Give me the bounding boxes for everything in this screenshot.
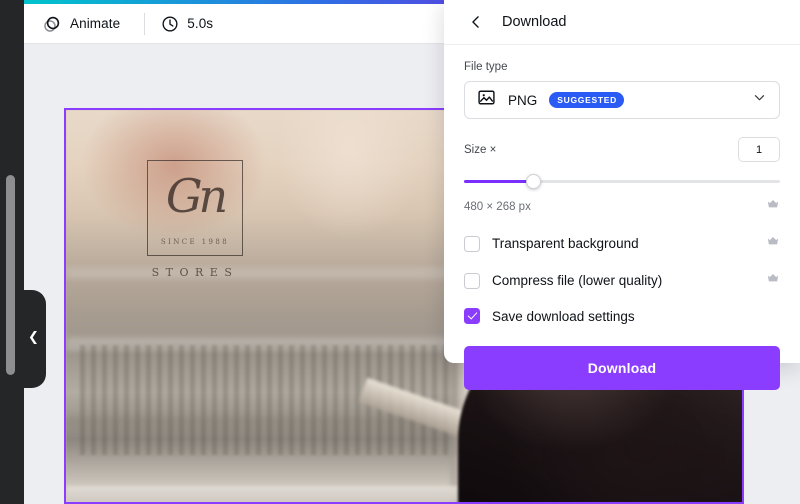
size-input[interactable] [738, 137, 780, 162]
chevron-down-icon [752, 90, 767, 110]
checkbox[interactable] [464, 272, 480, 289]
slider-fill [464, 180, 534, 183]
option-transparent-background[interactable]: Transparent background [464, 234, 780, 253]
suggested-badge: SUGGESTED [549, 92, 624, 108]
option-compress-file[interactable]: Compress file (lower quality) [464, 271, 780, 290]
crown-icon [766, 234, 780, 253]
animate-button[interactable]: Animate [32, 8, 130, 40]
slider-thumb[interactable] [526, 174, 542, 189]
size-label: Size × [464, 143, 497, 156]
file-type-select[interactable]: PNG SUGGESTED [464, 81, 780, 119]
clock-icon [161, 15, 179, 33]
stacked-circles-icon [42, 14, 62, 34]
logo-lockup[interactable]: Gn SINCE 1988 STORES [120, 160, 270, 279]
download-panel-body: File type PNG SUGGESTED Size × 1 480 × 2… [444, 45, 800, 390]
animate-label: Animate [70, 16, 121, 31]
download-button[interactable]: Download [464, 346, 780, 390]
option-label: Transparent background [492, 236, 639, 251]
logo-wordmark: STORES [151, 266, 239, 279]
logo-since-text: SINCE 1988 [160, 238, 230, 246]
sidebar-collapse-button[interactable]: ❮ [24, 290, 46, 388]
image-icon [477, 88, 496, 112]
duration-button[interactable]: 5.0s [151, 8, 223, 40]
download-panel-header: Download [444, 0, 800, 45]
checkbox[interactable] [464, 235, 480, 252]
back-button[interactable] [464, 10, 488, 34]
chevron-left-icon [472, 16, 479, 28]
option-label: Save download settings [492, 308, 635, 324]
crown-icon [766, 197, 780, 216]
file-type-value: PNG [508, 92, 538, 108]
dimensions-text: 480 × 268 px [464, 200, 531, 213]
checkbox[interactable] [464, 308, 480, 324]
download-panel: Download File type PNG SUGGESTED Size × … [444, 0, 800, 390]
option-label: Compress file (lower quality) [492, 273, 663, 288]
crown-icon [766, 271, 780, 290]
file-type-label: File type [464, 61, 508, 73]
dimensions-row: 480 × 268 px [464, 197, 780, 216]
logo-frame: Gn SINCE 1988 [147, 160, 243, 256]
toolbar-divider [144, 12, 146, 35]
sidebar-scrollbar[interactable] [6, 175, 15, 375]
duration-label: 5.0s [187, 16, 214, 31]
size-row: Size × [464, 137, 780, 162]
left-sidebar-rail [0, 0, 24, 504]
size-slider[interactable] [464, 174, 780, 189]
chevron-left-icon: ❮ [28, 330, 39, 345]
canva-editor-window: Gn SINCE 1988 STORES ❮ Animate 5.0s Down… [0, 0, 800, 504]
option-save-download-settings[interactable]: Save download settings [464, 308, 780, 324]
logo-monogram: Gn [165, 169, 228, 223]
panel-title: Download [502, 14, 567, 30]
